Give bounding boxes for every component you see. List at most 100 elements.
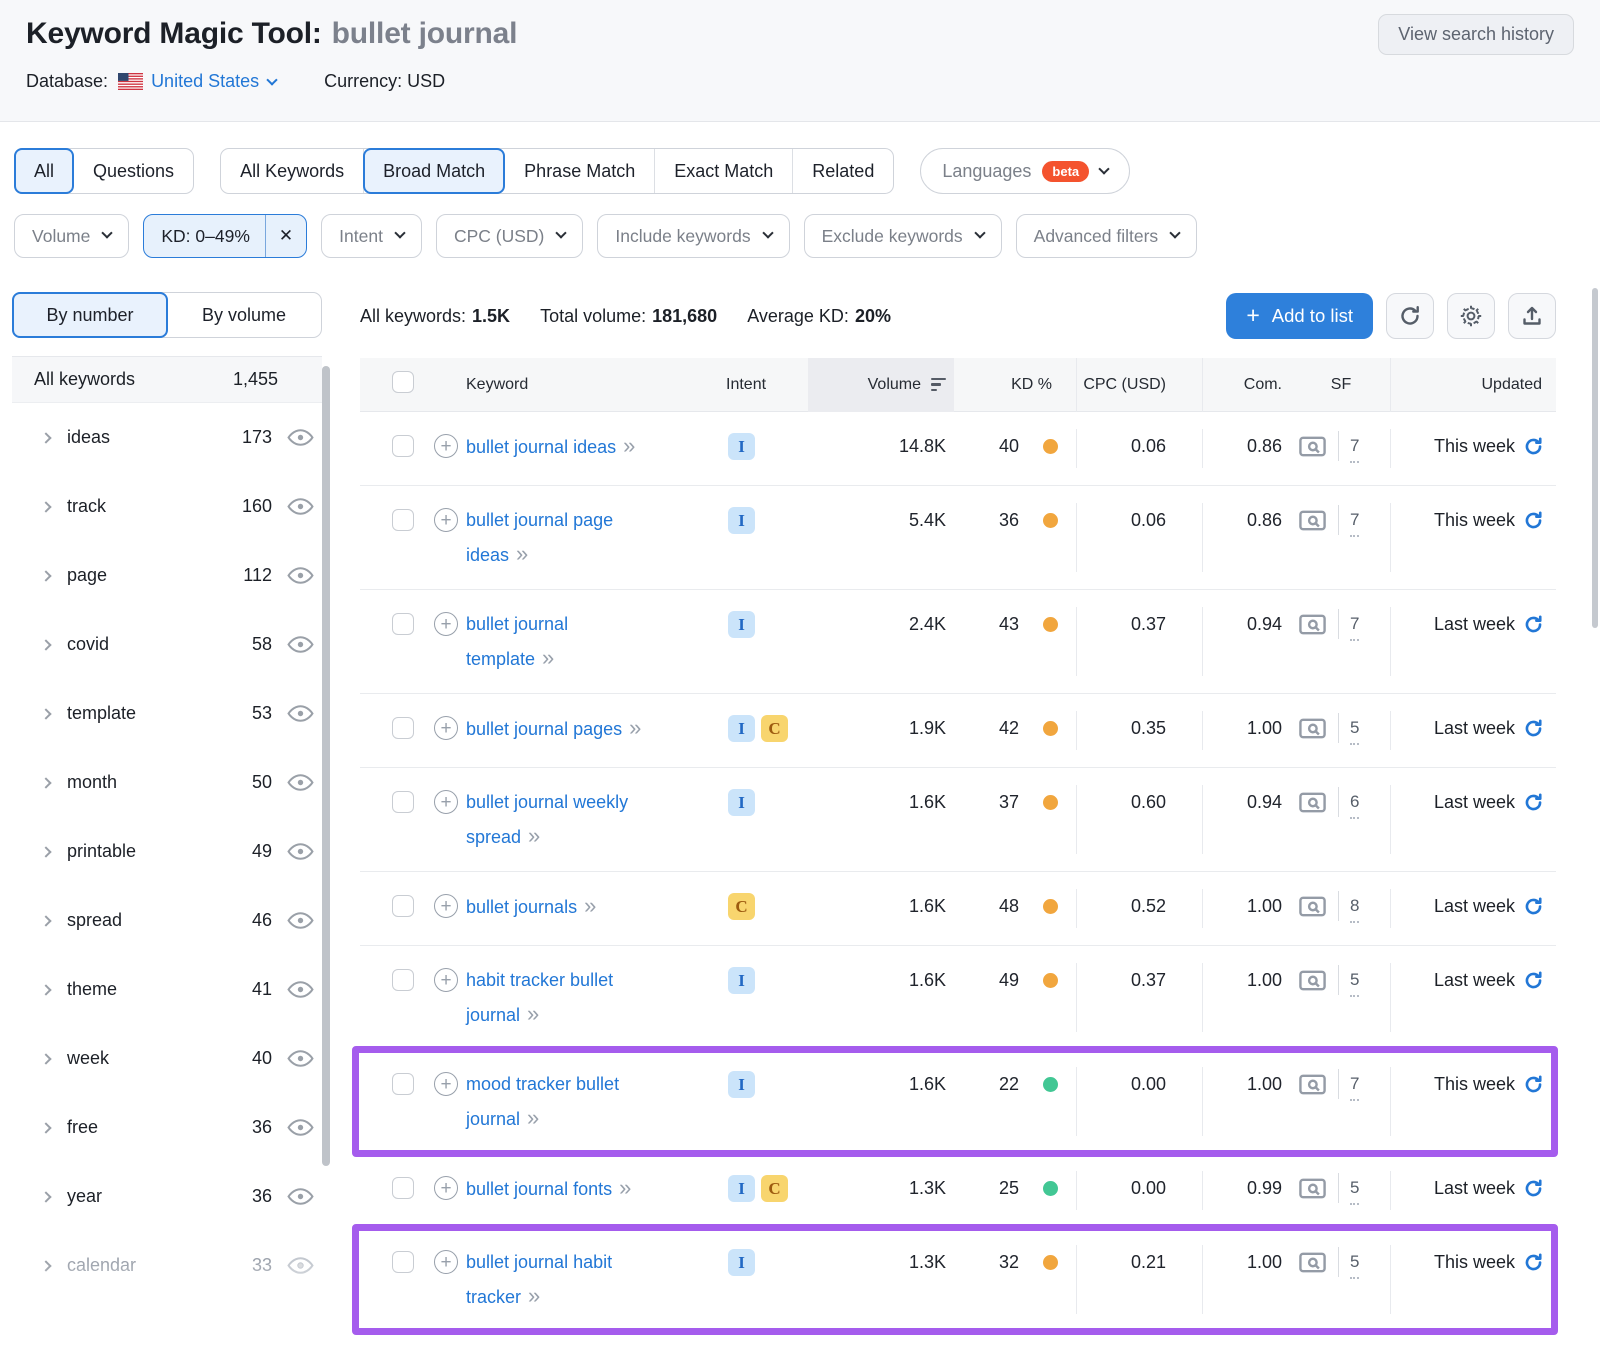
filter-advanced-filters[interactable]: Advanced filters: [1016, 214, 1198, 258]
refresh-button[interactable]: [1386, 293, 1434, 339]
column-header-sf[interactable]: SF: [1292, 358, 1390, 412]
sidebar-group-covid[interactable]: covid58: [12, 610, 322, 679]
sidebar-toggle-by-volume[interactable]: By volume: [167, 293, 321, 337]
sidebar-group-ideas[interactable]: ideas173: [12, 403, 322, 472]
tab-phrase-match[interactable]: Phrase Match: [505, 149, 655, 193]
row-checkbox[interactable]: [392, 969, 414, 991]
serp-preview-icon[interactable]: [1298, 434, 1327, 459]
tab-all[interactable]: All: [15, 149, 74, 193]
column-header-intent[interactable]: Intent: [716, 376, 808, 394]
plus-circle-icon[interactable]: +: [434, 434, 458, 458]
plus-circle-icon[interactable]: +: [434, 894, 458, 918]
serp-preview-icon[interactable]: [1298, 508, 1327, 533]
column-header-updated[interactable]: Updated: [1390, 358, 1556, 412]
keyword-link[interactable]: bullet journal ideas: [466, 437, 616, 457]
sf-count[interactable]: 7: [1350, 505, 1359, 537]
refresh-keyword-button[interactable]: [1523, 785, 1544, 824]
column-header-keyword[interactable]: Keyword: [434, 376, 716, 394]
filter-cpc-usd[interactable]: CPC (USD): [436, 214, 583, 258]
tab-broad-match[interactable]: Broad Match: [364, 149, 505, 193]
double-chevron-icon[interactable]: »: [584, 893, 596, 918]
plus-circle-icon[interactable]: +: [434, 1250, 458, 1274]
serp-preview-icon[interactable]: [1298, 1176, 1327, 1201]
double-chevron-icon[interactable]: »: [528, 823, 540, 848]
row-checkbox[interactable]: [392, 1177, 414, 1199]
double-chevron-icon[interactable]: »: [623, 433, 635, 458]
filter-volume[interactable]: Volume: [14, 214, 129, 258]
plus-circle-icon[interactable]: +: [434, 968, 458, 992]
eye-icon[interactable]: [286, 497, 314, 516]
double-chevron-icon[interactable]: »: [629, 715, 641, 740]
sidebar-group-page[interactable]: page112: [12, 541, 322, 610]
sidebar-group-spread[interactable]: spread46: [12, 886, 322, 955]
serp-preview-icon[interactable]: [1298, 968, 1327, 993]
double-chevron-icon[interactable]: »: [528, 1283, 540, 1308]
keyword-link[interactable]: mood tracker bullet journal: [466, 1074, 619, 1129]
refresh-keyword-button[interactable]: [1523, 711, 1544, 750]
eye-icon[interactable]: [286, 1118, 314, 1137]
sidebar-scrollbar[interactable]: [322, 366, 330, 1166]
sidebar-group-week[interactable]: week40: [12, 1024, 322, 1093]
keyword-link[interactable]: bullet journal fonts: [466, 1179, 612, 1199]
sf-count[interactable]: 7: [1350, 609, 1359, 641]
sidebar-group-year[interactable]: year36: [12, 1162, 322, 1231]
keyword-link[interactable]: bullet journals: [466, 897, 577, 917]
sidebar-group-calendar[interactable]: calendar33: [12, 1231, 322, 1300]
keyword-link[interactable]: bullet journal weekly spread: [466, 792, 628, 847]
serp-preview-icon[interactable]: [1298, 716, 1327, 741]
refresh-keyword-button[interactable]: [1523, 429, 1544, 468]
sidebar-toggle-by-number[interactable]: By number: [13, 293, 167, 337]
row-checkbox[interactable]: [392, 435, 414, 457]
database-selector[interactable]: United States: [151, 71, 276, 92]
serp-preview-icon[interactable]: [1298, 612, 1327, 637]
keyword-link[interactable]: bullet journal pages: [466, 719, 622, 739]
double-chevron-icon[interactable]: »: [619, 1175, 631, 1200]
plus-circle-icon[interactable]: +: [434, 612, 458, 636]
keyword-link[interactable]: bullet journal page ideas: [466, 510, 613, 565]
sf-count[interactable]: 5: [1350, 1247, 1359, 1279]
serp-preview-icon[interactable]: [1298, 1250, 1327, 1275]
refresh-keyword-button[interactable]: [1523, 503, 1544, 542]
plus-circle-icon[interactable]: +: [434, 1176, 458, 1200]
refresh-keyword-button[interactable]: [1523, 889, 1544, 928]
eye-icon[interactable]: [286, 1187, 314, 1206]
column-header-cpc[interactable]: CPC (USD): [1076, 358, 1202, 412]
keyword-link[interactable]: habit tracker bullet journal: [466, 970, 613, 1025]
select-all-checkbox[interactable]: [392, 371, 414, 393]
eye-icon[interactable]: [286, 842, 314, 861]
eye-icon[interactable]: [286, 911, 314, 930]
double-chevron-icon[interactable]: »: [516, 541, 528, 566]
languages-dropdown[interactable]: Languages beta: [920, 148, 1130, 194]
tab-related[interactable]: Related: [793, 149, 893, 193]
sf-count[interactable]: 5: [1350, 965, 1359, 997]
filter-include-keywords[interactable]: Include keywords: [597, 214, 789, 258]
sidebar-group-theme[interactable]: theme41: [12, 955, 322, 1024]
eye-icon[interactable]: [286, 635, 314, 654]
row-checkbox[interactable]: [392, 717, 414, 739]
close-icon[interactable]: ✕: [265, 215, 306, 257]
refresh-keyword-button[interactable]: [1523, 963, 1544, 1002]
tab-exact-match[interactable]: Exact Match: [655, 149, 793, 193]
row-checkbox[interactable]: [392, 1073, 414, 1095]
plus-circle-icon[interactable]: +: [434, 508, 458, 532]
tab-questions[interactable]: Questions: [74, 149, 193, 193]
settings-button[interactable]: [1447, 293, 1495, 339]
serp-preview-icon[interactable]: [1298, 1072, 1327, 1097]
sf-count[interactable]: 5: [1350, 713, 1359, 745]
column-header-volume[interactable]: Volume: [808, 358, 954, 412]
sidebar-group-printable[interactable]: printable49: [12, 817, 322, 886]
eye-icon[interactable]: [286, 1256, 314, 1275]
column-header-com[interactable]: Com.: [1202, 358, 1292, 412]
eye-icon[interactable]: [286, 704, 314, 723]
sidebar-group-month[interactable]: month50: [12, 748, 322, 817]
serp-preview-icon[interactable]: [1298, 894, 1327, 919]
row-checkbox[interactable]: [392, 509, 414, 531]
double-chevron-icon[interactable]: »: [542, 645, 554, 670]
eye-icon[interactable]: [286, 428, 314, 447]
double-chevron-icon[interactable]: »: [527, 1105, 539, 1130]
sf-count[interactable]: 6: [1350, 787, 1359, 819]
eye-icon[interactable]: [286, 980, 314, 999]
refresh-keyword-button[interactable]: [1523, 607, 1544, 646]
sf-count[interactable]: 7: [1350, 1069, 1359, 1101]
refresh-keyword-button[interactable]: [1523, 1171, 1544, 1210]
